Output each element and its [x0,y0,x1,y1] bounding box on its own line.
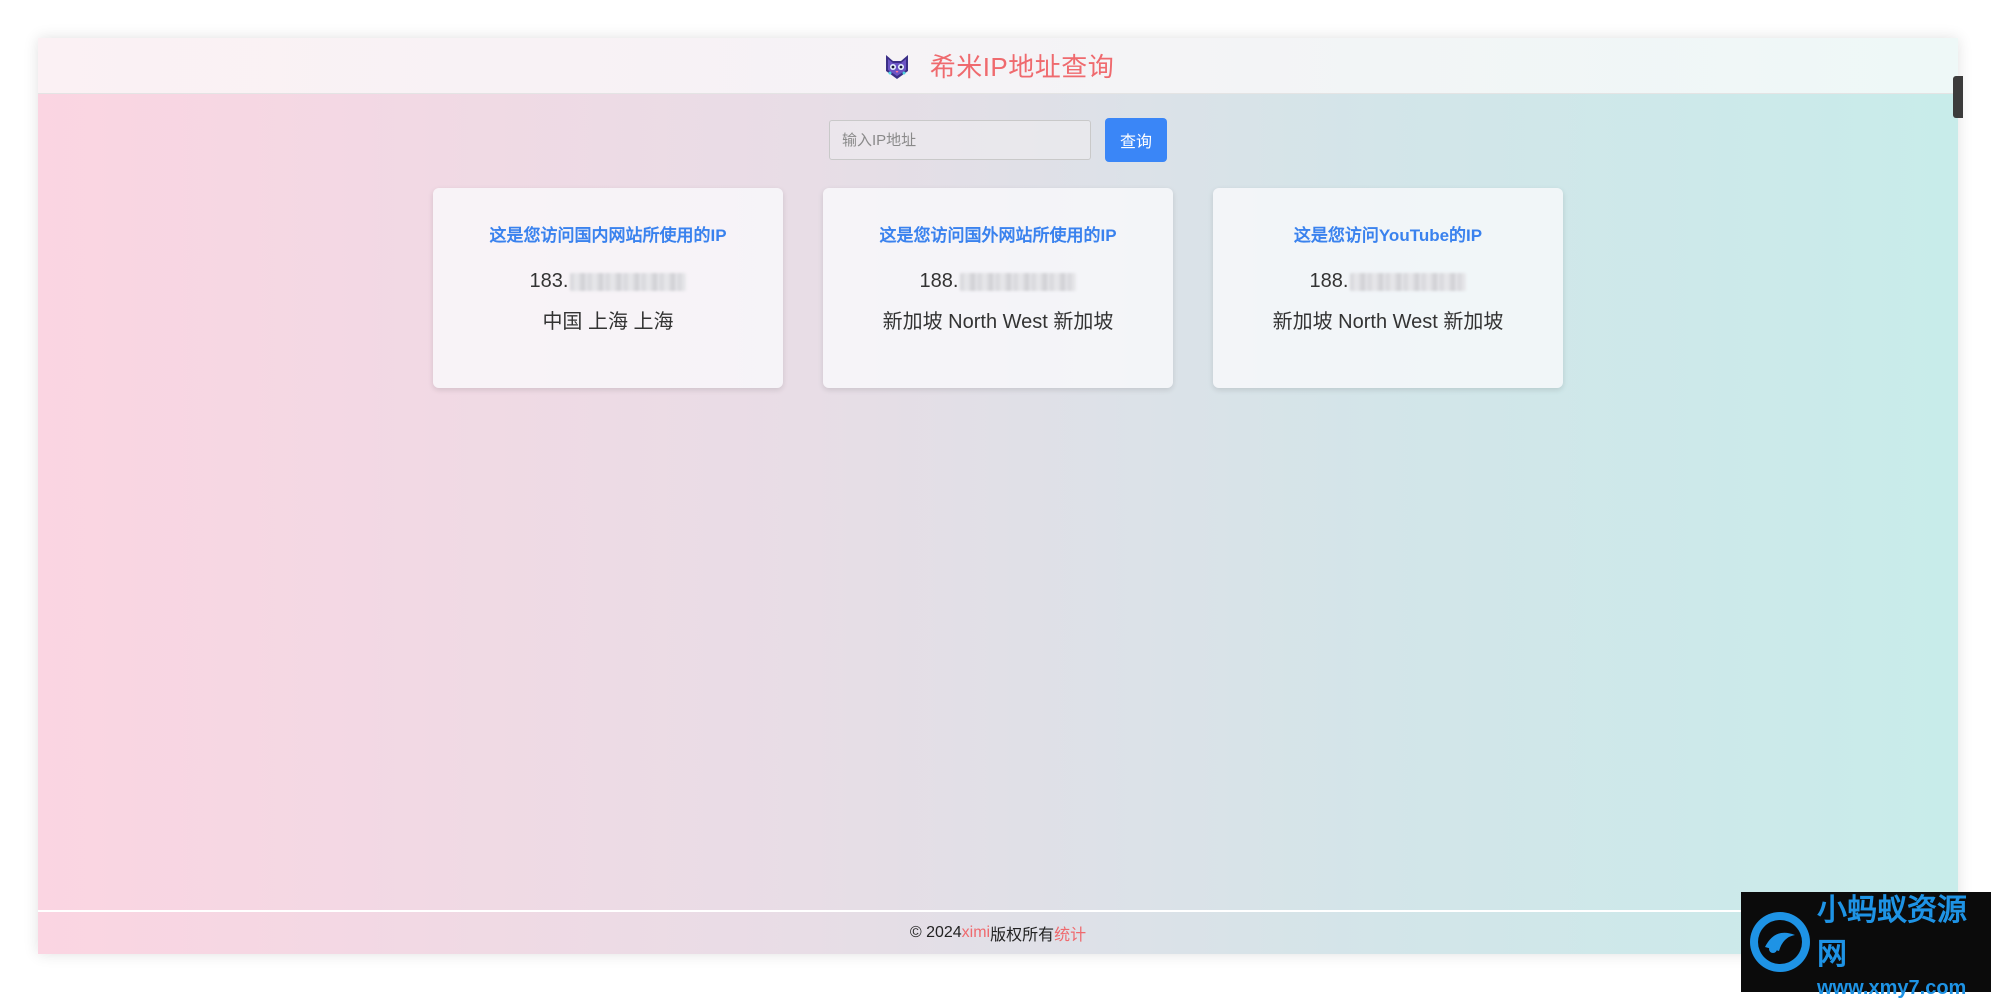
card-ip-address: 183. [433,270,783,293]
card-location: 新加坡 North West 新加坡 [1272,311,1504,333]
watermark-logo-icon [1745,907,1815,977]
site-footer: © 2024 ximi 版权所有 统计 [38,910,1958,954]
redacted-ip-mask [960,272,1077,291]
cat-logo-icon [882,51,912,81]
rights-text: 版权所有 [990,927,1055,944]
search-bar: 查询 [38,118,1958,162]
ip-search-input[interactable] [829,120,1091,160]
card-ip-address: 188. [1213,270,1563,293]
domestic-ip-card: 这是您访问国内网站所使用的IP 183. 中国 上海 上海 [433,188,783,388]
site-title: 希米IP地址查询 [929,52,1115,82]
card-location: 新加坡 North West 新加坡 [882,311,1114,333]
card-title: 这是您访问国外网站所使用的IP [879,226,1117,245]
watermark-text: 小蚂蚁资源网 www.xmy7.com [1817,885,1991,1000]
watermark-en: www.xmy7.com [1817,976,1967,999]
redacted-ip-mask [570,272,687,291]
card-ip-address: 188. [823,270,1173,293]
card-title: 这是您访问国内网站所使用的IP [489,226,727,245]
card-location: 中国 上海 上海 [542,311,674,333]
browser-page: 希米IP地址查询 查询 这是您访问国内网站所使用的IP 183. 中国 上海 上… [38,38,1958,954]
ip-cards: 这是您访问国内网站所使用的IP 183. 中国 上海 上海 这是您访问国外网站所… [38,188,1958,388]
site-watermark: 小蚂蚁资源网 www.xmy7.com [1741,892,1991,999]
redacted-ip-mask [1350,272,1467,291]
site-header: 希米IP地址查询 [38,38,1958,94]
youtube-ip-card: 这是您访问YouTube的IP 188. 新加坡 North West 新加坡 [1213,188,1563,388]
stats-link[interactable]: 统计 [1054,921,1086,945]
ip-prefix: 188. [1309,270,1349,292]
ip-prefix: 183. [529,270,569,292]
ip-prefix: 188. [919,270,959,292]
search-button[interactable]: 查询 [1105,118,1167,162]
foreign-ip-card: 这是您访问国外网站所使用的IP 188. 新加坡 North West 新加坡 [823,188,1173,388]
author-link[interactable]: ximi [962,924,990,942]
watermark-cn: 小蚂蚁资源网 [1817,892,1967,972]
side-drawer-tab[interactable] [1953,76,1963,118]
copyright-text: © 2024 [909,924,962,941]
card-title: 这是您访问YouTube的IP [1293,226,1483,245]
